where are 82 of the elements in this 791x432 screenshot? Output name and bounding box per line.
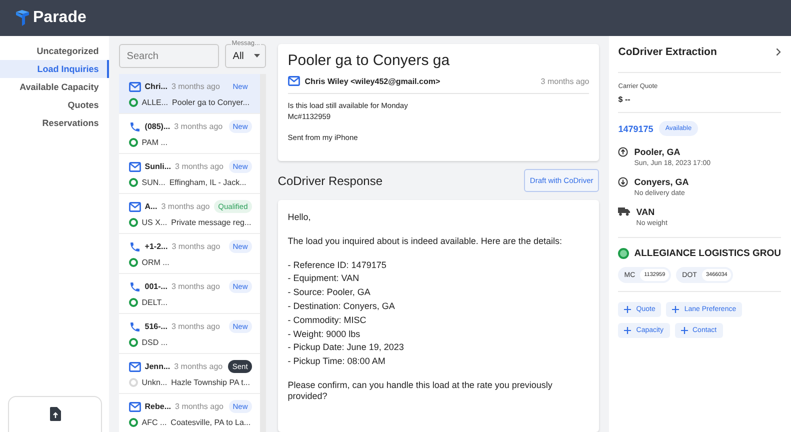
app-name: Parade [33,9,86,27]
plus-icon [680,327,688,334]
sender-name: 001-... [144,282,168,291]
down-arrow-circle-icon [618,177,628,187]
mail-icon [288,76,300,86]
message-subject: Hazle Township PA t... [171,378,250,387]
message-time: 3 months ago [175,162,224,171]
carrier-name: DSD ... [142,338,168,347]
response-text: - Source: Pooler, GA [288,287,372,298]
message-time: 3 months ago [171,322,220,331]
response-text: - Pickup Time: 08:00 AM [288,356,386,367]
response-text: - Pickup Date: June 19, 2023 [288,342,405,354]
message-subject: Pooler ga to Conyer... [172,98,250,107]
message-time: 3 months ago [171,82,220,91]
sender-name: Sunli... [144,162,172,171]
message-subject: Private message reg... [171,218,252,227]
message-time: 3 months ago [171,282,220,291]
stop-place: Conyers, GA [634,177,689,187]
response-text: - Destination: Conyers, GA [288,300,396,312]
sender-name: +1-2... [144,242,168,251]
phone-icon [128,120,141,132]
mail-icon [128,402,141,412]
message-time: 3 months ago [161,202,210,211]
mail-icon [128,82,141,92]
response-text: - Reference ID: 1479175 [288,260,388,270]
sender-name: Jenn... [144,362,170,371]
carrier-name: ALLE... [142,98,168,107]
carrier-name: DELT... [142,298,168,307]
message-subject: Pooler ga to Conyers ga [288,52,451,69]
response-text: Hello, [288,212,312,223]
message-subject: Coatesville, PA to La... [170,418,251,427]
response-text: - Equipment: VAN [288,273,360,284]
sender-name: Rebe... [144,402,172,411]
load-id-link[interactable]: 1479175 [618,124,654,134]
sender-name: 516-... [144,322,168,331]
mail-icon [128,362,141,372]
message-time: 3 months ago [172,242,220,251]
response-text: Please confirm, can you handle this load at the rate you previously provided? [288,380,554,402]
sidebar-item[interactable]: Uncategorized [0,42,109,60]
message-time: 3 months ago [174,122,223,131]
chevron-right-icon[interactable] [776,48,781,56]
sender-name: (085)... [144,122,170,131]
carrier-name: AFC ... [142,418,167,427]
truck-icon [618,207,630,216]
response-text: - Weight: 9000 lbs [288,328,362,340]
carrier-name: Unkn... [142,378,168,387]
carrier-name: PAM ... [142,138,168,147]
response-text: The load you inquired about is indeed available. Here are the details: [288,236,563,247]
file-upload-icon [50,407,60,421]
sidebar-item[interactable]: Available Capacity [0,78,109,96]
caret-icon [254,54,260,58]
search-field[interactable]: Search [118,44,219,68]
section-title: CoDriver Response [278,174,382,188]
message-time: 3 months ago [175,402,224,411]
up-arrow-circle-icon [618,147,628,157]
panel-title: CoDriver Extraction [618,46,717,58]
mail-icon [128,162,141,172]
phone-icon [128,280,141,292]
stop-place: VAN [636,207,656,217]
message-time: 3 months ago [540,76,590,86]
sender-name: A... [144,202,158,211]
response-text: - Commodity: MISC [288,314,368,326]
sidebar-item[interactable]: Quotes [0,96,109,114]
carrier-name: US X... [142,218,168,227]
phone-icon [128,240,141,252]
message-time: 3 months ago [174,362,223,371]
carrier-name: ORM ... [142,258,170,267]
mail-icon [128,202,141,212]
carrier-name: ALLEGIANCE LOGISTICS GROU [634,248,781,259]
sidebar-item[interactable]: Reservations [0,114,109,132]
sender-name: Chri... [144,82,168,91]
plus-icon [624,306,632,313]
sidebar-item[interactable]: Load Inquiries [0,60,109,78]
carrier-name: SUN... [142,178,166,187]
field-value: $ -- [618,95,632,104]
plus-icon [672,306,680,313]
plus-icon [624,327,632,334]
logo-icon [16,10,29,26]
phone-icon [128,320,141,332]
message-subject: Effingham, IL - Jack... [169,178,246,187]
sender-address: Chris Wiley <wiley452@gmail.com> [304,76,440,86]
stop-place: Pooler, GA [634,147,682,157]
